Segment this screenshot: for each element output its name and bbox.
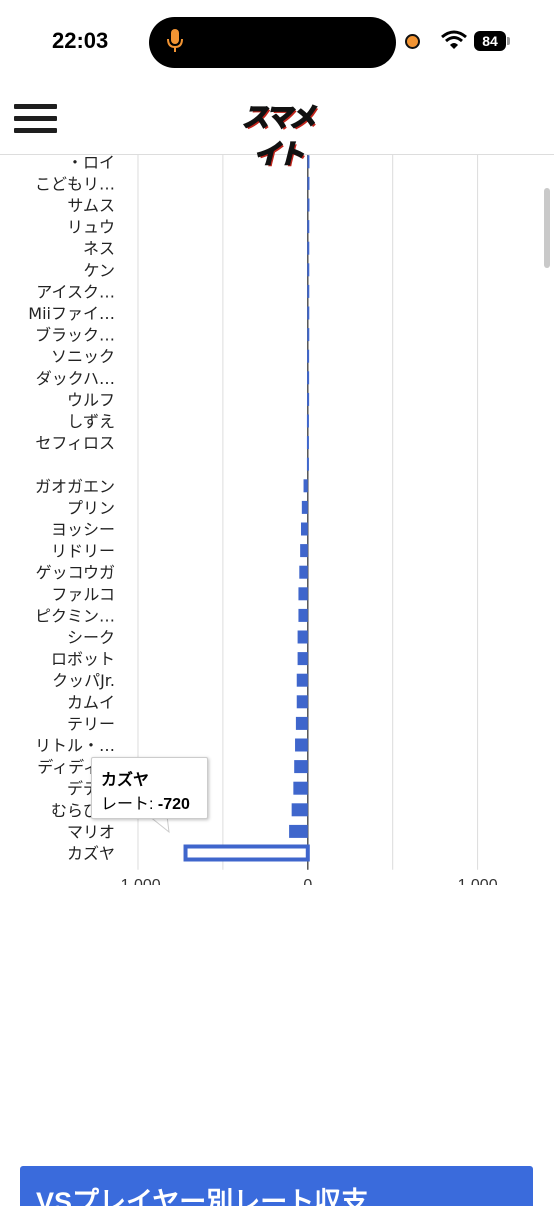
category-label: Miiファイ… [28, 304, 115, 323]
category-label: サムス [67, 196, 115, 215]
bar-0 [307, 155, 310, 169]
category-label: ウルフ [67, 390, 115, 409]
category-label: カムイ [67, 693, 115, 712]
bar-25 [296, 695, 308, 709]
bar-32 [183, 844, 310, 862]
tooltip-value: -720 [157, 796, 190, 813]
bar-23 [297, 652, 308, 666]
rate-bar-chart: ・ロイこどもリ… サムスリュウネスケンアイスク… Miiファイ… ブラック… ソニックダ… [0, 155, 554, 885]
category-label: クッパJr. [52, 671, 115, 690]
site-logo[interactable]: スマメイト [232, 94, 324, 171]
category-label: ダックハ… [36, 369, 115, 388]
chart-svg: ・ロイこどもリ… サムスリュウネスケンアイスク… Miiファイ… ブラック… ソニックダ… [28, 155, 498, 885]
category-label: ガオガエン [35, 477, 115, 496]
category-label: ケン [83, 261, 115, 280]
tooltip-label: レート: [101, 796, 158, 813]
bar-28 [294, 760, 308, 774]
x-tick-label: 0 [303, 877, 312, 885]
bar-14 [306, 457, 309, 471]
status-time: 22:03 [52, 28, 109, 53]
battery-icon: 84 [474, 31, 506, 51]
category-label: ソニック [51, 347, 115, 366]
bar-19 [299, 565, 308, 579]
category-label: ゲッコウガ [36, 563, 115, 582]
bar-10 [307, 371, 310, 385]
category-label: リュウ [67, 218, 115, 237]
section-header-vs-player: VSプレイヤー別レート収支 [20, 1166, 533, 1217]
category-label: ヨッシー [51, 520, 115, 539]
bar-27 [295, 738, 308, 752]
category-label: こどもリ… [35, 174, 115, 193]
bar-9 [307, 349, 310, 363]
bar-11 [307, 392, 310, 406]
category-label: リドリー [51, 542, 115, 561]
bar-22 [297, 630, 308, 644]
bar-6 [307, 284, 310, 298]
bar-31 [289, 824, 308, 838]
status-bar: 22:03 84 [0, 0, 554, 84]
bar-2 [307, 198, 310, 212]
bar-16 [301, 500, 308, 514]
microphone-icon [167, 29, 183, 52]
wifi-icon [441, 30, 467, 49]
category-label: ロボット [51, 650, 115, 669]
tooltip-name: カズヤ [101, 772, 150, 789]
category-label: テリー [67, 714, 115, 733]
bar-30 [291, 803, 308, 817]
category-label: アイスク… [36, 282, 115, 301]
bar-13 [306, 436, 309, 450]
scrollbar[interactable] [544, 188, 550, 268]
category-label: プリン [67, 498, 115, 517]
category-label: リトル・… [35, 736, 115, 755]
category-label: マリオ [67, 822, 115, 841]
bar-17 [300, 522, 308, 536]
dynamic-island [149, 17, 396, 68]
bar-8 [307, 328, 310, 342]
site-header: スマメイト [0, 84, 554, 171]
x-tick-label: -1,000 [115, 877, 160, 885]
bar-21 [298, 608, 308, 622]
category-label: シーク [67, 628, 115, 647]
bar-26 [295, 716, 308, 730]
bar-4 [307, 241, 310, 255]
bar-29 [293, 781, 308, 795]
bar-12 [306, 414, 309, 428]
bar-1 [307, 176, 310, 190]
bar-5 [307, 263, 310, 277]
category-label: セフィロス [35, 434, 115, 453]
bar-15 [303, 479, 308, 493]
tooltip-row: レート: -720 [101, 790, 190, 814]
bar-18 [300, 544, 308, 558]
category-label: ピクミン… [35, 606, 115, 625]
bar-20 [298, 587, 308, 601]
category-label: ファルコ [51, 585, 115, 604]
category-label: ・ロイ [67, 155, 115, 172]
category-label: しずえ [67, 412, 115, 431]
bar-24 [296, 673, 308, 687]
bar-3 [307, 220, 310, 234]
battery-tip [507, 37, 510, 45]
category-label: ブラック… [35, 326, 115, 345]
x-tick-label: 1,000 [458, 877, 498, 885]
recording-indicator-icon [405, 34, 420, 49]
chart-tooltip: カズヤ レート: -720 [91, 757, 208, 819]
category-label: ネス [83, 239, 115, 258]
category-label: カズヤ [67, 844, 115, 863]
hamburger-menu-icon[interactable] [14, 104, 58, 134]
bar-7 [307, 306, 310, 320]
